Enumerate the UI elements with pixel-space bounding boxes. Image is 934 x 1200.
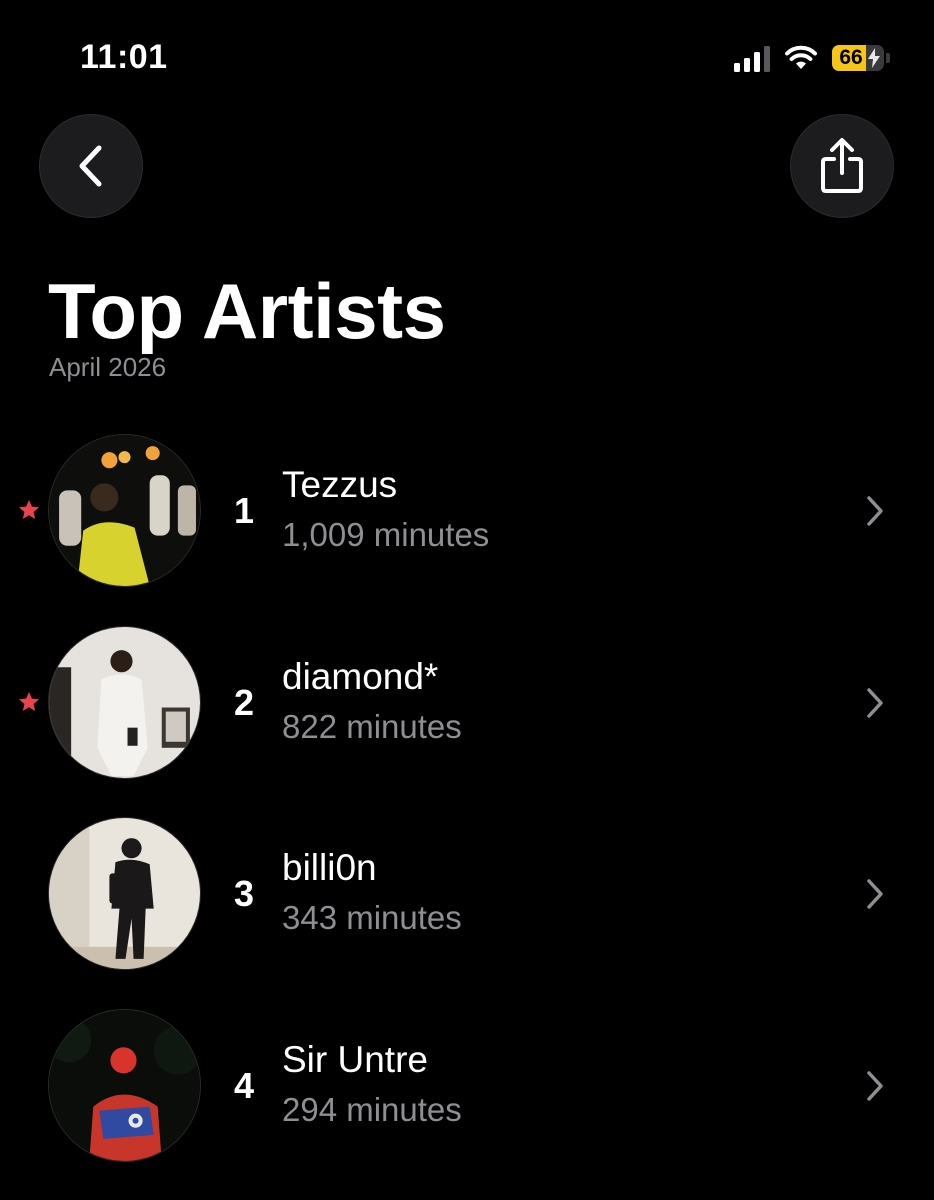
artist-rank: 3: [233, 873, 255, 914]
wifi-icon: [784, 45, 818, 71]
artist-avatar: [48, 625, 201, 779]
charging-bolt-icon: [868, 48, 880, 68]
artist-list: 1 Tezzus 1,009 minutes 2 diamond* 822 mi…: [0, 432, 934, 1198]
artist-avatar: [48, 817, 201, 970]
battery-percent: 66: [839, 46, 863, 69]
cellular-signal-icon: [734, 44, 770, 72]
artist-avatar: [48, 434, 201, 587]
artist-row-3[interactable]: 3 billi0n 343 minutes: [0, 815, 934, 1007]
page-subtitle: April 2026: [49, 352, 167, 382]
artist-rank: 1: [233, 490, 255, 531]
star-icon: [19, 500, 39, 519]
chevron-right-icon: [867, 879, 883, 909]
share-button[interactable]: [790, 114, 894, 218]
artist-row-4[interactable]: 4 Sir Untre 294 minutes: [0, 1007, 934, 1199]
back-button[interactable]: [39, 114, 143, 218]
battery-indicator: 66: [832, 44, 890, 72]
chevron-right-icon: [867, 687, 883, 718]
status-icons: 66: [734, 44, 890, 72]
artist-minutes: 822 minutes: [282, 707, 462, 745]
page-title: Top Artists: [48, 267, 446, 355]
chevron-right-icon: [867, 1070, 883, 1101]
artist-minutes: 343 minutes: [282, 899, 462, 936]
share-icon: [821, 138, 863, 193]
artist-name: diamond*: [282, 655, 439, 697]
artist-row-2[interactable]: 2 diamond* 822 minutes: [0, 624, 934, 816]
artist-row-1[interactable]: 1 Tezzus 1,009 minutes: [0, 432, 934, 624]
artist-name: billi0n: [282, 847, 377, 888]
battery-cap: [886, 53, 890, 63]
top-artists-screen: 11:01 66 Top Artists April 2026 1 Tezzus…: [0, 0, 934, 1200]
chevron-right-icon: [867, 496, 883, 526]
artist-name: Sir Untre: [282, 1038, 428, 1080]
artist-avatar: [48, 1008, 201, 1162]
artist-name: Tezzus: [282, 464, 398, 505]
artist-rank: 4: [233, 1064, 255, 1106]
artist-minutes: 1,009 minutes: [282, 516, 490, 553]
star-icon: [19, 691, 39, 711]
artist-minutes: 294 minutes: [282, 1090, 462, 1128]
status-time: 11:01: [80, 38, 168, 76]
chevron-left-icon: [79, 145, 102, 187]
artist-rank: 2: [233, 681, 255, 723]
